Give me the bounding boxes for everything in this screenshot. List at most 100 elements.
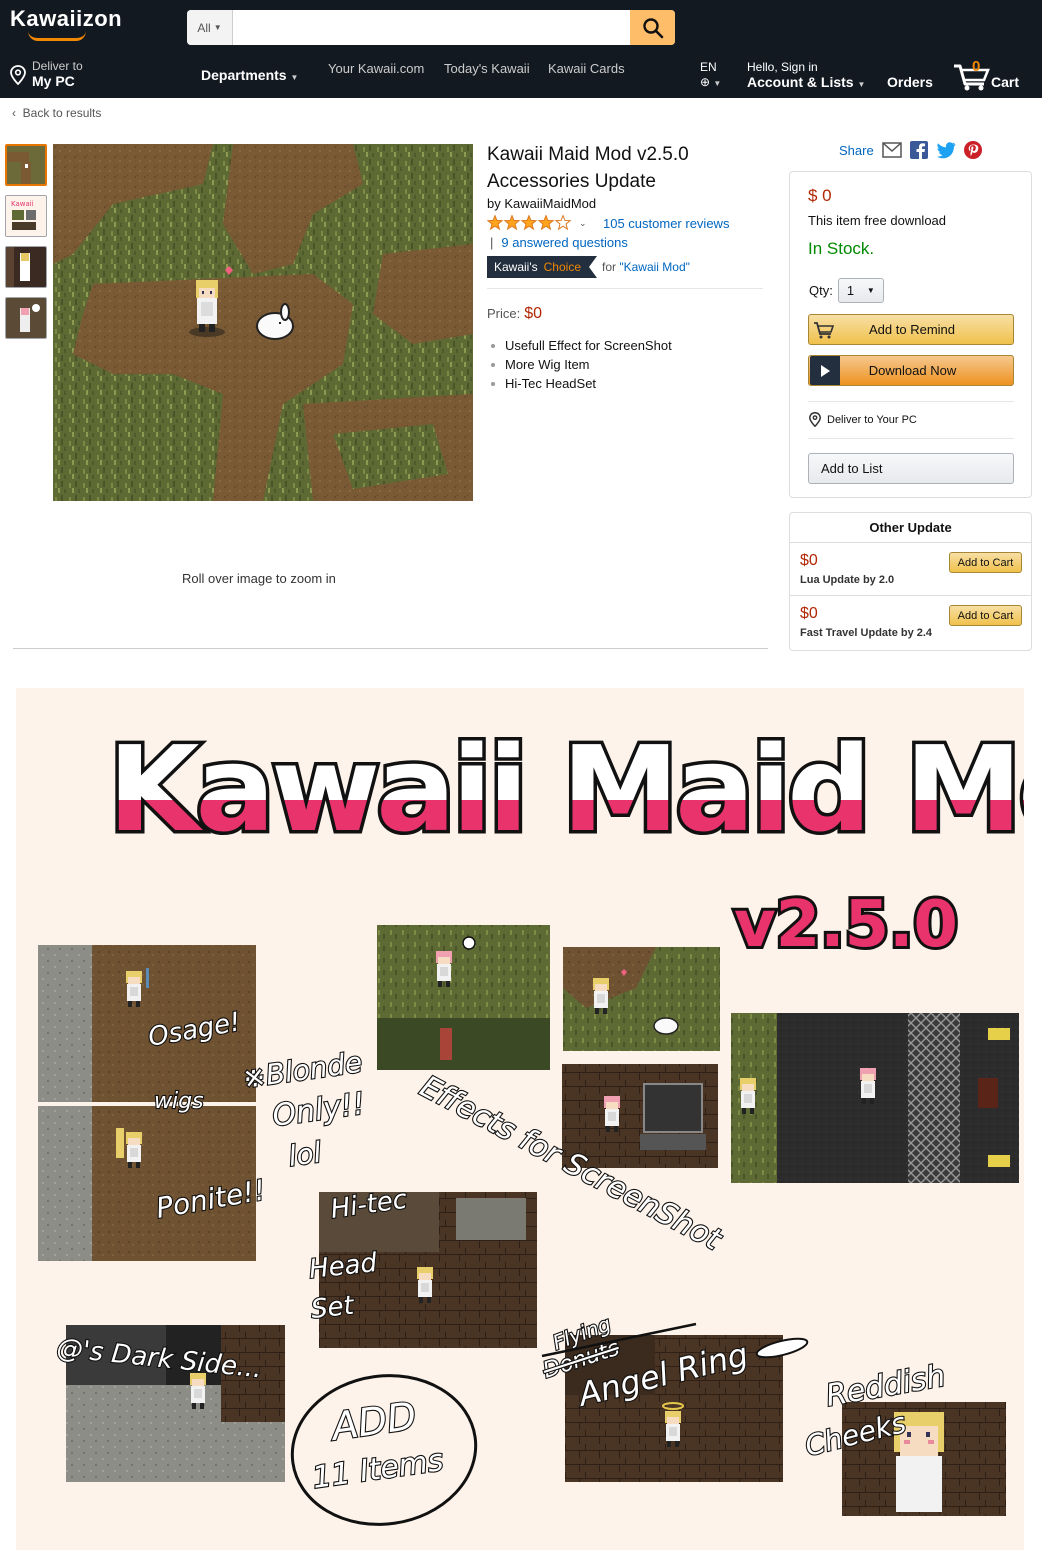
account-lists-label: Account & Lists <box>747 74 854 90</box>
orders-link[interactable]: Orders <box>887 74 933 90</box>
section-divider <box>13 648 768 649</box>
note-add: ADD <box>326 1394 419 1450</box>
search-category-dropdown[interactable]: All ▼ <box>187 10 233 45</box>
facebook-icon[interactable] <box>909 141 928 159</box>
cart-button[interactable]: 0 Cart <box>952 58 1032 92</box>
feature-bullet: More Wig Item <box>491 355 672 374</box>
separator: | <box>490 235 494 250</box>
product-title: Kawaii Maid Mod v2.5.0 Accessories Updat… <box>487 144 689 192</box>
note-only: Only!! <box>270 1086 367 1134</box>
divider <box>808 401 1014 402</box>
cart-label: Cart <box>991 74 1020 90</box>
search-icon <box>642 17 663 38</box>
add-to-remind-label: Add to Remind <box>869 322 955 337</box>
back-to-results-link[interactable]: ‹ Back to results <box>12 106 101 120</box>
globe-icon: ⊕ <box>700 75 711 89</box>
star-icon <box>503 215 521 231</box>
qty-value: 1 <box>846 283 855 298</box>
pinterest-icon[interactable] <box>963 141 982 159</box>
download-now-button[interactable]: Download Now <box>808 355 1014 386</box>
quantity-select[interactable]: 1 ▼ <box>837 278 884 303</box>
star-rating[interactable]: ⌄ <box>487 215 587 231</box>
banner-title: Kawaii Maid Mod <box>108 720 1024 858</box>
chevron-down-icon: ▼ <box>213 23 222 32</box>
note-lol: lol <box>286 1136 323 1173</box>
thumbnail-3[interactable] <box>5 246 47 288</box>
price-value: $0 <box>524 305 543 322</box>
price-label: Price: <box>487 306 521 321</box>
choice-for-term[interactable]: "Kawaii Mod" <box>619 260 690 274</box>
answered-questions-link[interactable]: | 9 answered questions <box>490 235 628 250</box>
add-to-cart-button[interactable]: Add to Cart <box>949 552 1022 573</box>
thumbnail-image: Kawaii <box>6 196 46 236</box>
other-update-price: $0 <box>800 552 818 569</box>
star-icon <box>554 215 572 231</box>
add-to-list-button[interactable]: Add to List <box>808 453 1014 484</box>
nav-kawaii-cards[interactable]: Kawaii Cards <box>548 61 625 76</box>
screenshot-street <box>731 1013 1019 1183</box>
add-to-cart-button[interactable]: Add to Cart <box>949 605 1022 626</box>
svg-text:Kawaii: Kawaii <box>11 200 34 208</box>
customer-reviews-link[interactable]: 105 customer reviews <box>603 216 729 231</box>
twitter-icon[interactable] <box>936 141 956 159</box>
add-to-remind-button[interactable]: Add to Remind <box>808 314 1014 345</box>
other-update-title: Other Update <box>790 513 1031 543</box>
choice-badge-tip <box>589 256 597 278</box>
buybox-free-text: This item free download <box>808 213 947 228</box>
caret-down-icon: ▼ <box>290 73 299 82</box>
cart-icon <box>809 315 839 344</box>
logo-smile-icon <box>28 31 86 41</box>
feature-bullet: Hi-Tec HeadSet <box>491 374 672 393</box>
stars-icon <box>487 215 572 231</box>
nav-todays-kawaii[interactable]: Today's Kawaii <box>444 61 530 76</box>
search-button[interactable] <box>630 10 675 45</box>
other-update-name[interactable]: Lua Update by 2.0 <box>800 574 894 586</box>
thumbnail-image <box>7 146 45 184</box>
account-menu[interactable]: Hello, Sign in Account & Lists ▼ <box>747 60 865 93</box>
thumbnail-2[interactable]: Kawaii <box>5 195 47 237</box>
price-row: Price: $0 <box>487 305 542 323</box>
deliver-location: My PC <box>32 73 75 89</box>
chevron-down-icon: ⌄ <box>579 217 587 228</box>
site-logo[interactable]: Kawaiizon <box>10 6 122 32</box>
account-greeting: Hello, Sign in <box>747 60 818 74</box>
location-pin-icon <box>809 412 821 427</box>
feature-bullet: Usefull Effect for ScreenShot <box>491 338 672 353</box>
choice-badge[interactable]: Kawaii's Choice for "Kawaii Mod" <box>487 256 690 278</box>
share-bar: Share <box>839 141 982 159</box>
note-wigs: wigs <box>154 1089 204 1114</box>
screenshot-rabbit <box>563 947 720 1051</box>
deliver-to-your-pc[interactable]: Deliver to Your PC <box>809 412 917 427</box>
language-selector[interactable]: EN ⊕ ▼ <box>700 60 721 91</box>
star-icon <box>520 215 538 231</box>
answered-questions-label: 9 answered questions <box>501 235 628 250</box>
thumbnail-1[interactable] <box>5 144 47 186</box>
deliver-to-link[interactable]: Deliver to My PC <box>10 60 83 89</box>
other-update-name[interactable]: Fast Travel Update by 2.4 <box>800 627 932 639</box>
location-pin-icon <box>10 64 26 85</box>
star-icon <box>487 215 504 231</box>
thumbnail-4[interactable] <box>5 297 47 339</box>
product-byline[interactable]: by KawaiiMaidMod <box>487 196 596 211</box>
product-main-image[interactable] <box>53 144 473 501</box>
feature-bullets: Usefull Effect for ScreenShot More Wig I… <box>491 336 672 393</box>
thumbnail-image <box>6 247 46 287</box>
zoom-hint: Roll over image to zoom in <box>182 571 336 586</box>
top-nav-bar: Kawaiizon All ▼ Deliver to My PC Departm… <box>0 0 1042 98</box>
email-icon[interactable] <box>881 142 902 158</box>
share-label: Share <box>839 142 874 158</box>
choice-badge-label: Kawaii's Choice <box>487 256 589 278</box>
search-category-label: All <box>197 20 211 35</box>
choice-label: Choice <box>543 260 581 274</box>
deliver-label: Deliver to <box>32 59 83 73</box>
search-bar: All ▼ <box>187 10 675 45</box>
screenshot-surprised <box>377 925 550 1070</box>
departments-menu[interactable]: Departments ▼ <box>201 67 298 83</box>
choice-for: for "Kawaii Mod" <box>602 260 690 274</box>
nav-your-kawaii[interactable]: Your Kawaii.com <box>328 61 424 76</box>
search-input[interactable] <box>233 10 630 45</box>
deliver-to-your-pc-label: Deliver to Your PC <box>827 413 917 426</box>
promo-banner: Kawaii Maid Mod v2.5.0 <box>16 688 1024 1550</box>
choice-for-prefix: for <box>602 260 617 274</box>
language-code: EN <box>700 60 717 74</box>
